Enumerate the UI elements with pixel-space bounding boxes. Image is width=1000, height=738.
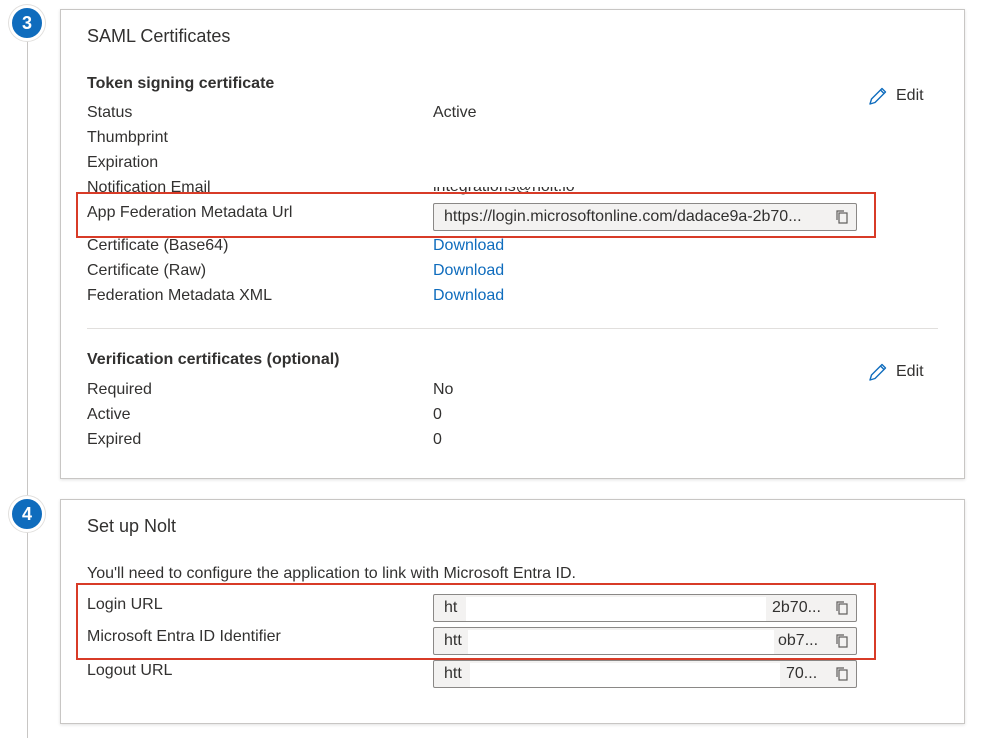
redacted-region — [470, 663, 780, 687]
step-rail — [27, 30, 28, 738]
setup-description: You'll need to configure the application… — [87, 565, 576, 582]
entra-id-identifier-field[interactable]: htt ob7... — [433, 627, 857, 655]
federation-metadata-xml-label: Federation Metadata XML — [87, 287, 272, 304]
step-badge-4: 4 — [9, 496, 45, 532]
certificate-base64-label: Certificate (Base64) — [87, 237, 229, 254]
logout-url-prefix: htt — [444, 665, 462, 682]
card-title-setup-nolt: Set up Nolt — [87, 516, 177, 536]
pencil-icon — [869, 363, 887, 381]
entra-id-prefix: htt — [444, 632, 462, 649]
active-value: 0 — [433, 406, 442, 423]
edit-verification-button[interactable]: Edit — [868, 362, 924, 382]
metadata-url-field[interactable]: https://login.microsoftonline.com/dadace… — [433, 203, 857, 231]
expired-label: Expired — [87, 431, 142, 448]
expired-value: 0 — [433, 431, 442, 448]
active-label: Active — [87, 406, 131, 423]
logout-url-label: Logout URL — [87, 662, 173, 679]
redacted-region — [468, 630, 774, 654]
metadata-url-value: https://login.microsoftonline.com/dadace… — [444, 208, 802, 225]
copy-icon[interactable] — [834, 600, 850, 616]
login-url-prefix: ht — [444, 599, 458, 616]
required-label: Required — [87, 381, 152, 398]
download-certificate-base64-link[interactable]: Download — [433, 237, 504, 255]
copy-icon[interactable] — [834, 633, 850, 649]
step-badge-3: 3 — [9, 5, 45, 41]
setup-nolt-card: Set up Nolt You'll need to configure the… — [60, 499, 965, 724]
required-value: No — [433, 381, 454, 398]
logout-url-field[interactable]: htt 70... — [433, 660, 857, 688]
logout-url-suffix: 70... — [786, 665, 818, 682]
metadata-url-label: App Federation Metadata Url — [87, 204, 293, 221]
notification-email-label: Notification Email — [87, 179, 211, 196]
entra-id-suffix: ob7... — [778, 632, 819, 649]
login-url-suffix: 2b70... — [772, 599, 821, 616]
download-certificate-raw-link[interactable]: Download — [433, 262, 504, 280]
section-divider — [87, 328, 938, 329]
redacted-region — [466, 597, 766, 621]
edit-label: Edit — [896, 87, 924, 104]
edit-label: Edit — [896, 363, 924, 380]
expiration-label: Expiration — [87, 154, 159, 171]
login-url-field[interactable]: ht 2b70... — [433, 594, 857, 622]
card-title-saml-certificates: SAML Certificates — [87, 26, 231, 46]
login-url-label: Login URL — [87, 596, 163, 613]
edit-token-signing-button[interactable]: Edit — [868, 86, 924, 106]
pencil-icon — [869, 87, 887, 105]
status-label: Status — [87, 104, 133, 121]
entra-id-identifier-label: Microsoft Entra ID Identifier — [87, 628, 281, 645]
certificate-raw-label: Certificate (Raw) — [87, 262, 207, 279]
copy-icon[interactable] — [834, 209, 850, 225]
status-value: Active — [433, 104, 477, 121]
verification-heading: Verification certificates (optional) — [87, 351, 340, 368]
token-signing-heading: Token signing certificate — [87, 75, 275, 92]
copy-icon[interactable] — [834, 666, 850, 682]
thumbprint-label: Thumbprint — [87, 129, 168, 146]
notification-email-value: integrations@nolt.io — [433, 187, 575, 196]
download-federation-metadata-xml-link[interactable]: Download — [433, 287, 504, 305]
saml-certificates-card: SAML Certificates Token signing certific… — [60, 9, 965, 479]
